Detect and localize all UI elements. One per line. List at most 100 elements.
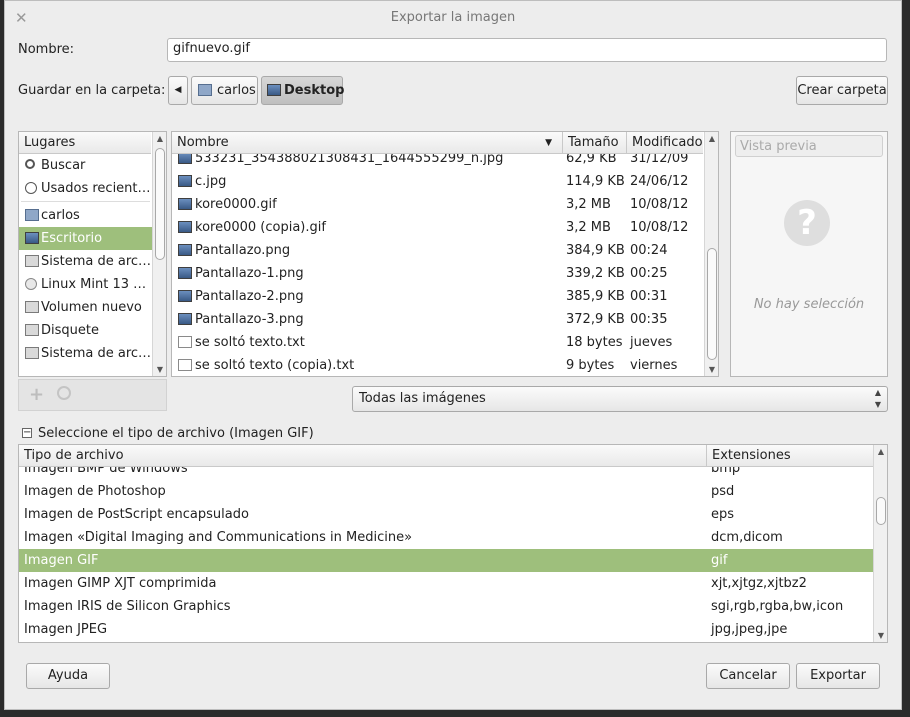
place-label: Sistema de arc… bbox=[41, 346, 152, 361]
search-icon bbox=[25, 159, 35, 169]
scroll-up-icon[interactable]: ▲ bbox=[153, 134, 166, 143]
file-row[interactable]: Pantallazo-2.png 385,9 KB 00:31 bbox=[172, 285, 704, 308]
name-label: Nombre: bbox=[18, 42, 75, 57]
file-name: kore0000.gif bbox=[195, 197, 277, 212]
file-row[interactable]: Pantallazo.png 384,9 KB 00:24 bbox=[172, 239, 704, 262]
place-label: Linux Mint 13 … bbox=[41, 277, 147, 292]
place-label: carlos bbox=[41, 208, 80, 223]
place-item-filesystem-2[interactable]: Sistema de arc… bbox=[19, 342, 152, 365]
file-size: 3,2 MB bbox=[566, 220, 611, 235]
file-type-row[interactable]: Imagen JPEG jpg,jpeg,jpe bbox=[19, 618, 873, 641]
expander-collapse-icon[interactable]: − bbox=[22, 428, 32, 438]
file-name: se soltó texto (copia).txt bbox=[195, 358, 355, 373]
column-extensions-header[interactable]: Extensiones bbox=[707, 445, 873, 467]
places-header[interactable]: Lugares bbox=[19, 132, 151, 154]
preview-header: Vista previa bbox=[735, 135, 883, 157]
file-list-scrollbar[interactable]: ▲ ▼ bbox=[704, 132, 718, 376]
file-row[interactable]: Pantallazo-3.png 372,9 KB 00:35 bbox=[172, 308, 704, 331]
image-icon bbox=[178, 244, 192, 256]
column-type-header[interactable]: Tipo de archivo bbox=[19, 445, 707, 467]
place-item-search[interactable]: Buscar bbox=[19, 154, 152, 177]
file-type-row[interactable]: Imagen IRIS de Silicon Graphics sgi,rgb,r… bbox=[19, 595, 873, 618]
place-item-linux-mint[interactable]: Linux Mint 13 … bbox=[19, 273, 152, 296]
file-type-scrollbar[interactable]: ▲ ▼ bbox=[873, 445, 887, 642]
file-type-row[interactable]: Imagen BMP de Windows bmp bbox=[19, 467, 873, 480]
disc-icon bbox=[25, 278, 37, 290]
window-title: Exportar la imagen bbox=[390, 10, 516, 25]
place-item-home[interactable]: carlos bbox=[19, 204, 152, 227]
bookmark-toolbar: + bbox=[18, 379, 167, 411]
remove-bookmark-icon[interactable] bbox=[57, 386, 71, 400]
file-row[interactable]: 533231_354388021308431_1644555299_n.jpg 6… bbox=[172, 154, 704, 170]
column-modified-header[interactable]: Modificado bbox=[627, 132, 703, 154]
filter-value: Todas las imágenes bbox=[359, 391, 486, 406]
file-name: Pantallazo.png bbox=[195, 243, 291, 258]
add-bookmark-icon[interactable]: + bbox=[29, 384, 44, 405]
file-row[interactable]: se soltó texto.txt 18 bytes jueves bbox=[172, 331, 704, 354]
file-modified: 24/06/12 bbox=[630, 174, 689, 189]
file-type-name: Imagen JPEG bbox=[24, 622, 108, 637]
filename-input[interactable]: gifnuevo.gif bbox=[167, 38, 887, 62]
places-panel: Lugares Buscar Usados recient… carlos Es… bbox=[18, 131, 167, 377]
file-type-row-selected[interactable]: Imagen GIF gif bbox=[19, 549, 873, 572]
file-modified: 10/08/12 bbox=[630, 197, 689, 212]
place-label: Disquete bbox=[41, 323, 99, 338]
places-scrollbar[interactable]: ▲ ▼ bbox=[152, 132, 166, 376]
close-icon[interactable]: ✕ bbox=[15, 1, 28, 35]
file-row[interactable]: kore0000 (copia).gif 3,2 MB 10/08/12 bbox=[172, 216, 704, 239]
file-type-list: Imagen BMP de Windows bmp Imagen de Photo… bbox=[19, 467, 873, 642]
drive-icon bbox=[25, 255, 39, 267]
scroll-up-icon[interactable]: ▲ bbox=[874, 447, 887, 456]
file-size: 9 bytes bbox=[566, 358, 615, 373]
file-type-row[interactable]: Imagen GIMP XJT comprimida xjt,xjtgz,xjtb… bbox=[19, 572, 873, 595]
create-folder-button[interactable]: Crear carpeta bbox=[796, 76, 888, 105]
question-mark-icon: ? bbox=[784, 200, 830, 246]
file-name: se soltó texto.txt bbox=[195, 335, 305, 350]
file-type-row[interactable]: Imagen «Digital Imaging and Communicatio… bbox=[19, 526, 873, 549]
scroll-down-icon[interactable]: ▼ bbox=[874, 631, 887, 640]
file-type-name: Imagen «Digital Imaging and Communicatio… bbox=[24, 530, 413, 545]
column-name-header[interactable]: Nombre ▼ bbox=[172, 132, 563, 154]
file-type-row[interactable]: Imagen de Photoshop psd bbox=[19, 480, 873, 503]
home-folder-icon bbox=[198, 84, 212, 96]
export-button[interactable]: Exportar bbox=[796, 663, 880, 689]
scrollbar-thumb[interactable] bbox=[707, 248, 717, 360]
place-item-volume[interactable]: Volumen nuevo bbox=[19, 296, 152, 319]
file-name: c.jpg bbox=[195, 174, 227, 189]
place-item-filesystem[interactable]: Sistema de arc… bbox=[19, 250, 152, 273]
path-label: carlos bbox=[217, 83, 256, 98]
scrollbar-thumb[interactable] bbox=[876, 497, 886, 525]
scroll-down-icon[interactable]: ▼ bbox=[705, 365, 718, 374]
file-size: 62,9 KB bbox=[566, 154, 617, 166]
column-size-header[interactable]: Tamaño bbox=[563, 132, 627, 154]
place-label: Escritorio bbox=[41, 231, 103, 246]
file-type-expander-label[interactable]: Seleccione el tipo de archivo (Imagen GI… bbox=[38, 426, 314, 441]
scroll-down-icon[interactable]: ▼ bbox=[153, 365, 166, 374]
place-item-desktop[interactable]: Escritorio bbox=[19, 227, 152, 250]
place-item-floppy[interactable]: Disquete bbox=[19, 319, 152, 342]
file-row[interactable]: kore0000.gif 3,2 MB 10/08/12 bbox=[172, 193, 704, 216]
place-item-recent[interactable]: Usados recient… bbox=[19, 177, 152, 200]
path-button-carlos[interactable]: carlos bbox=[191, 76, 258, 105]
file-modified: jueves bbox=[630, 335, 673, 350]
file-filter-select[interactable]: Todas las imágenes ▲ ▼ bbox=[352, 386, 888, 412]
file-name: 533231_354388021308431_1644555299_n.jpg bbox=[195, 154, 504, 166]
scroll-up-icon[interactable]: ▲ bbox=[705, 134, 718, 143]
path-back-button[interactable]: ◀ bbox=[168, 76, 188, 105]
file-row[interactable]: c.jpg 114,9 KB 24/06/12 bbox=[172, 170, 704, 193]
file-row[interactable]: se soltó texto (copia).txt 9 bytes viernes bbox=[172, 354, 704, 376]
file-row[interactable]: Pantallazo-1.png 339,2 KB 00:25 bbox=[172, 262, 704, 285]
file-name: Pantallazo-3.png bbox=[195, 312, 304, 327]
file-type-name: Imagen GIF bbox=[24, 553, 99, 568]
cancel-button[interactable]: Cancelar bbox=[706, 663, 790, 689]
home-folder-icon bbox=[25, 209, 39, 221]
file-name: Pantallazo-2.png bbox=[195, 289, 304, 304]
help-button[interactable]: Ayuda bbox=[26, 663, 110, 689]
path-button-desktop[interactable]: Desktop bbox=[261, 76, 344, 105]
file-type-row[interactable]: Imagen de PostScript encapsulado eps bbox=[19, 503, 873, 526]
scrollbar-thumb[interactable] bbox=[155, 148, 165, 260]
file-list: 533231_354388021308431_1644555299_n.jpg 6… bbox=[172, 154, 704, 376]
place-label: Sistema de arc… bbox=[41, 254, 152, 269]
save-in-folder-label: Guardar en la carpeta: bbox=[18, 83, 166, 98]
place-label: Usados recient… bbox=[41, 181, 151, 196]
